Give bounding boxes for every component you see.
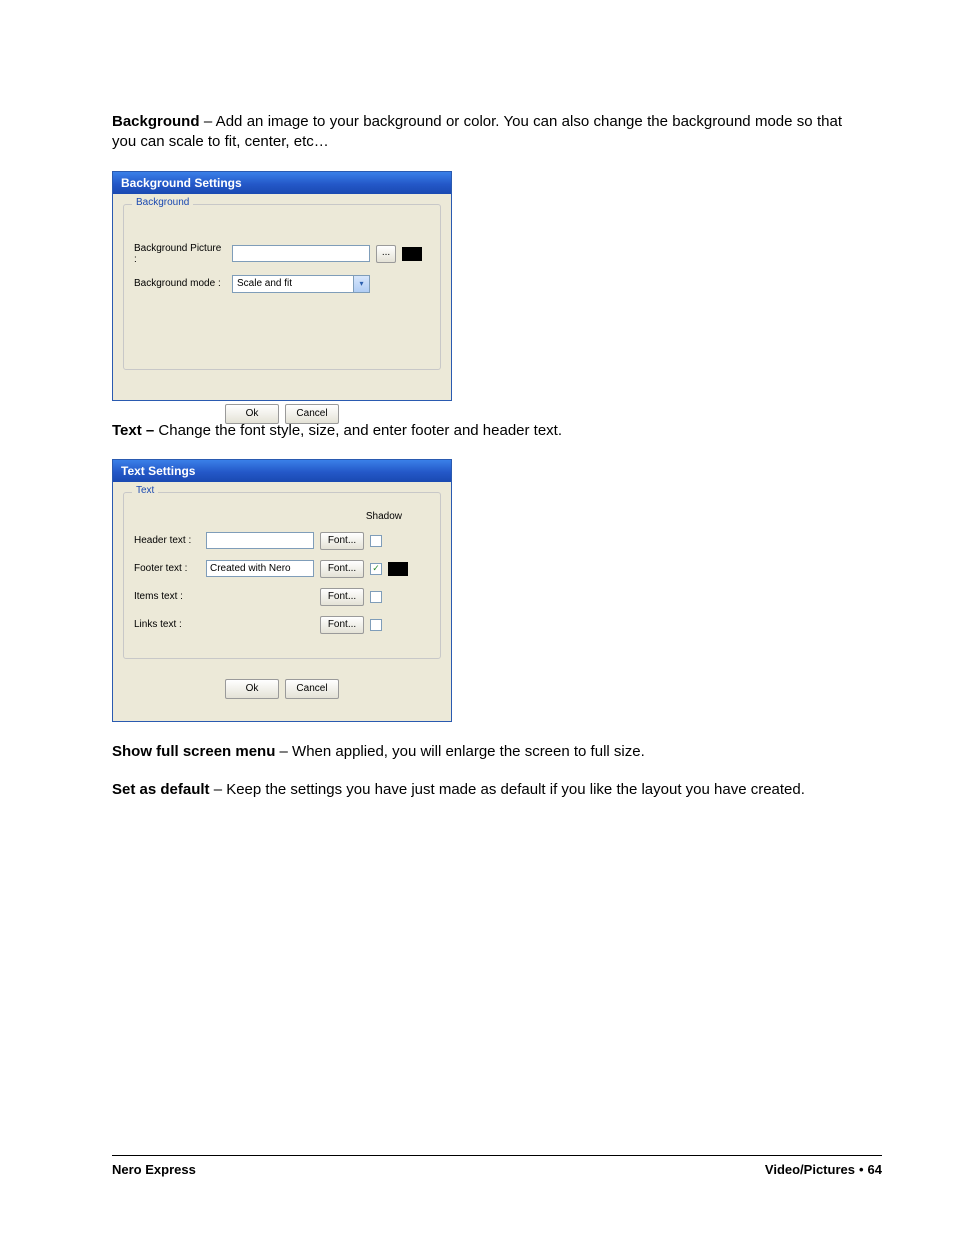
items-text-label: Items text :	[134, 591, 200, 602]
links-text-label: Links text :	[134, 619, 200, 630]
para-fullscreen-bold: Show full screen menu	[112, 743, 275, 760]
items-shadow-checkbox[interactable]	[370, 591, 382, 603]
para-fullscreen-rest: – When applied, you will enlarge the scr…	[275, 743, 644, 760]
para-default-rest: – Keep the settings you have just made a…	[210, 781, 805, 798]
para-default: Set as default – Keep the settings you h…	[112, 780, 842, 800]
dialog-titlebar: Background Settings	[113, 172, 451, 194]
header-shadow-checkbox[interactable]	[370, 535, 382, 547]
footer-right: Video/Pictures64	[765, 1162, 882, 1177]
group-legend: Text	[132, 485, 158, 496]
para-fullscreen: Show full screen menu – When applied, yo…	[112, 742, 842, 762]
background-mode-label: Background mode :	[134, 278, 226, 289]
shadow-column-header: Shadow	[134, 511, 430, 522]
text-groupbox: Text Shadow Header text : Font... Footer…	[123, 492, 441, 659]
group-legend: Background	[132, 197, 193, 208]
footer-shadow-checkbox[interactable]: ✓	[370, 563, 382, 575]
chevron-down-icon: ▾	[353, 276, 369, 292]
font-button[interactable]: Font...	[320, 560, 364, 578]
para-default-bold: Set as default	[112, 781, 210, 798]
background-mode-value: Scale and fit	[237, 278, 292, 289]
browse-button[interactable]: ...	[376, 245, 396, 263]
background-settings-dialog: Background Settings Background Backgroun…	[112, 171, 452, 401]
background-mode-combo[interactable]: Scale and fit ▾	[232, 275, 370, 293]
dialog-titlebar: Text Settings	[113, 460, 451, 482]
para-text-rest: Change the font style, size, and enter f…	[154, 422, 562, 439]
background-groupbox: Background Background Picture : ... Back…	[123, 204, 441, 370]
background-picture-label: Background Picture :	[134, 243, 226, 265]
footer-left: Nero Express	[112, 1162, 196, 1177]
footer-text-input[interactable]	[206, 560, 314, 577]
text-settings-dialog: Text Settings Text Shadow Header text : …	[112, 459, 452, 722]
footer-shadow-color-swatch[interactable]	[388, 562, 408, 576]
links-shadow-checkbox[interactable]	[370, 619, 382, 631]
para-text: Text – Change the font style, size, and …	[112, 421, 842, 441]
background-color-swatch[interactable]	[402, 247, 422, 261]
ok-button[interactable]: Ok	[225, 679, 279, 699]
background-picture-input[interactable]	[232, 245, 370, 262]
para-text-bold: Text –	[112, 422, 154, 439]
font-button[interactable]: Font...	[320, 616, 364, 634]
font-button[interactable]: Font...	[320, 532, 364, 550]
header-text-input[interactable]	[206, 532, 314, 549]
font-button[interactable]: Font...	[320, 588, 364, 606]
header-text-label: Header text :	[134, 535, 200, 546]
footer-text-label: Footer text :	[134, 563, 200, 574]
cancel-button[interactable]: Cancel	[285, 679, 339, 699]
para-background-rest: – Add an image to your background or col…	[112, 113, 842, 150]
page-footer: Nero Express Video/Pictures64	[112, 1155, 882, 1177]
para-background-bold: Background	[112, 113, 200, 130]
para-background: Background – Add an image to your backgr…	[112, 112, 842, 153]
